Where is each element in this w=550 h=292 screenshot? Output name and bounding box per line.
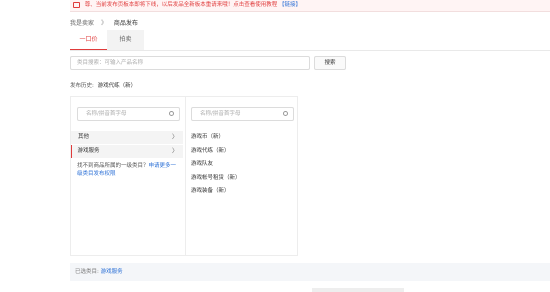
selected-label: 已选类目:	[75, 269, 99, 275]
subcategory-item[interactable]: 游戏装备（新）	[185, 185, 297, 199]
breadcrumb-separator: 》	[100, 20, 107, 27]
level2-list: 游戏币（新） 游戏代练（新） 游戏队友 游戏帐号租赁（新） 游戏装备（新）	[185, 131, 297, 199]
chevron-right-icon: 〉	[171, 148, 178, 155]
breadcrumb-current: 商品发布	[113, 20, 138, 27]
category-column-level1: 名称/拼音首字母 其他 〉 游戏服务 〉 找不到商品所属的一级类目？申请更多一级…	[71, 97, 186, 255]
selected-value[interactable]: 游戏服务	[101, 269, 123, 275]
level2-filter-input[interactable]: 名称/拼音首字母	[191, 107, 294, 121]
hint-text: 找不到商品所属的一级类目？	[77, 163, 149, 169]
breadcrumb: 我是卖家 》 商品发布	[70, 18, 138, 27]
history-label: 发布历史:	[70, 83, 94, 89]
listing-type-tabs: 一口价 拍卖	[70, 30, 144, 50]
level2-filter-placeholder: 名称/拼音首字母	[200, 111, 241, 117]
level1-filter-placeholder: 名称/拼音首字母	[86, 111, 127, 117]
tab-divider	[70, 50, 550, 51]
category-search-input[interactable]	[70, 56, 310, 70]
category-column-level2: 名称/拼音首字母 游戏币（新） 游戏代练（新） 游戏队友 游戏帐号租赁（新） 游…	[185, 97, 297, 255]
history-item[interactable]: 游戏代练（新）	[98, 83, 137, 89]
level1-list: 其他 〉 游戏服务 〉	[71, 131, 185, 159]
category-item-label: 其他	[78, 134, 90, 140]
category-item-game-service[interactable]: 游戏服务 〉	[71, 145, 183, 158]
publish-history: 发布历史: 游戏代练（新）	[70, 81, 136, 89]
search-icon	[169, 111, 174, 116]
breadcrumb-parent[interactable]: 我是卖家	[70, 20, 94, 27]
notice-text: 尊、当前发布页板本即将下线，以后发品全新板本重请来哦！点击查看使用教程	[84, 2, 278, 8]
notice-icon	[73, 1, 80, 8]
subcategory-item[interactable]: 游戏币（新）	[185, 131, 297, 145]
chevron-right-icon: 〉	[171, 134, 178, 141]
selected-category-bar: 已选类目: 游戏服务	[70, 263, 550, 281]
tab-fixed-price[interactable]: 一口价	[70, 30, 107, 50]
subcategory-item[interactable]: 游戏队友	[185, 158, 297, 172]
notice-banner: 尊、当前发布页板本即将下线，以后发品全新板本重请来哦！点击查看使用教程 【链接】	[70, 0, 550, 12]
level1-filter-input[interactable]: 名称/拼音首字母	[77, 107, 180, 121]
subcategory-item[interactable]: 游戏帐号租赁（新）	[185, 172, 297, 186]
search-icon	[283, 111, 288, 116]
tab-auction[interactable]: 拍卖	[107, 30, 144, 50]
next-step-strip	[312, 288, 404, 292]
notice-link[interactable]: 【链接】	[279, 2, 301, 8]
subcategory-item[interactable]: 游戏代练（新）	[185, 145, 297, 159]
category-hint: 找不到商品所属的一级类目？申请更多一级类目发布权限	[77, 162, 181, 178]
category-item-other[interactable]: 其他 〉	[71, 131, 183, 144]
category-selector: 名称/拼音首字母 其他 〉 游戏服务 〉 找不到商品所属的一级类目？申请更多一级…	[70, 96, 298, 256]
search-button[interactable]: 搜索	[314, 56, 346, 70]
category-item-label: 游戏服务	[77, 148, 100, 154]
